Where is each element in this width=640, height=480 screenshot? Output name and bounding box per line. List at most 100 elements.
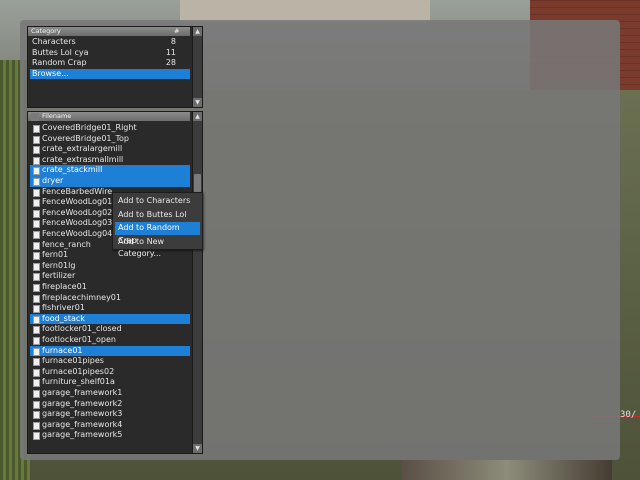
file-checkbox[interactable] [33, 347, 40, 356]
column-header-category[interactable]: Category [31, 27, 61, 36]
context-menu-item[interactable]: Add to Random Crap [115, 222, 200, 245]
file-checkbox[interactable] [33, 209, 40, 218]
context-menu-item[interactable]: Add to Characters [115, 195, 200, 208]
file-checkbox[interactable] [33, 231, 40, 239]
file-list-item[interactable]: fishriver01 [30, 303, 190, 314]
file-list-item[interactable]: fireplacechimney01 [30, 293, 190, 304]
file-list-item[interactable]: food_stack [30, 313, 190, 325]
file-name: fertilizer [42, 271, 76, 281]
file-checkbox[interactable] [33, 368, 40, 377]
category-item[interactable]: Buttes Lol cya 11 [30, 48, 190, 59]
category-item[interactable]: Characters 8 [30, 37, 190, 48]
file-checkbox[interactable] [33, 125, 40, 133]
file-list-item[interactable]: crate_extrasmallmill [30, 155, 190, 166]
file-name: FenceWoodLog01 [42, 197, 113, 207]
file-list-item[interactable]: garage_framework5 [30, 430, 190, 441]
file-checkbox[interactable] [33, 400, 40, 409]
file-checkbox[interactable] [33, 135, 40, 144]
file-list-item[interactable]: furnace01pipes02 [30, 367, 190, 378]
file-checkbox[interactable] [33, 432, 40, 441]
file-checkbox[interactable] [33, 294, 40, 303]
file-checkbox[interactable] [33, 146, 40, 155]
file-name: fern01lg [42, 260, 76, 270]
column-header-count[interactable]: # [174, 27, 179, 36]
context-menu-item[interactable]: Add to New Category... [115, 236, 200, 259]
weapon-model [402, 460, 612, 480]
file-name: garage_framework1 [42, 388, 123, 397]
file-checkbox[interactable] [33, 358, 40, 367]
file-scrollbar[interactable]: ▲ ▼ [192, 112, 202, 453]
file-list-item[interactable]: garage_framework2 [30, 399, 190, 410]
file-list-item[interactable]: furniture_shelf01a [30, 377, 190, 388]
file-name: furniture_shelf01a [42, 377, 115, 387]
file-name: crate_extralargemill [42, 144, 123, 154]
context-menu-item[interactable]: Add to Buttes Lol cya [115, 209, 200, 232]
category-item-count: 28 [165, 58, 176, 67]
file-list-item[interactable]: furnace01 [30, 345, 190, 357]
file-checkbox[interactable] [33, 326, 40, 335]
file-checkbox[interactable] [33, 241, 40, 250]
file-checkbox[interactable] [33, 411, 40, 420]
file-checkbox[interactable] [33, 220, 40, 229]
file-checkbox[interactable] [33, 199, 40, 208]
file-list-item[interactable]: footlocker01_closed [30, 324, 190, 335]
file-list-item[interactable]: dryer [30, 176, 190, 187]
file-list-item[interactable]: furnace01pipes [30, 356, 190, 367]
file-list-item[interactable]: CoveredBridge01_Right [30, 123, 190, 134]
file-checkbox[interactable] [33, 178, 40, 186]
category-item[interactable]: Browse... [30, 68, 190, 79]
checkbox-column-header[interactable] [31, 112, 39, 121]
file-checkbox[interactable] [33, 284, 40, 292]
file-list-item[interactable]: garage_framework3 [30, 409, 190, 420]
file-list-item[interactable]: fireplace01 [30, 282, 190, 293]
file-checkbox[interactable] [33, 167, 40, 176]
file-name: FenceWoodLog03 [42, 218, 113, 228]
file-name: crate_stackmill [42, 165, 103, 175]
scroll-down-arrow-icon[interactable]: ▼ [193, 98, 202, 107]
file-checkbox[interactable] [33, 273, 40, 282]
file-list-item[interactable]: CoveredBridge01_Top [30, 134, 190, 145]
category-item-count: 11 [165, 47, 176, 57]
file-name: garage_framework4 [42, 419, 123, 429]
file-checkbox[interactable] [33, 252, 40, 261]
category-panel: Category # Characters 8 Buttes Lol cya 11 Ra… [27, 26, 203, 108]
file-checkbox[interactable] [33, 188, 40, 197]
scroll-up-arrow-icon[interactable]: ▲ [193, 112, 202, 121]
scroll-up-arrow-icon[interactable]: ▲ [193, 27, 202, 36]
file-name: fern01 [42, 250, 69, 260]
file-list-item[interactable]: garage_framework1 [30, 388, 190, 399]
category-item[interactable]: Random Crap 28 [30, 58, 190, 69]
category-item-name: Buttes Lol cya [32, 47, 89, 57]
file-checkbox[interactable] [33, 262, 40, 271]
file-name: FenceWoodLog02 [42, 207, 113, 217]
file-list-item[interactable]: footlocker01_open [30, 335, 190, 346]
file-checkbox[interactable] [33, 156, 40, 165]
file-list-item[interactable]: fertilizer [30, 271, 190, 282]
file-list-item[interactable]: crate_extralargemill [30, 144, 190, 155]
file-checkbox[interactable] [33, 305, 40, 314]
hud-ammo-counter: 30/ [620, 410, 637, 420]
file-name: dryer [42, 176, 64, 185]
file-name: garage_framework3 [42, 409, 123, 419]
scroll-down-arrow-icon[interactable]: ▼ [193, 444, 202, 453]
file-list-item[interactable]: crate_stackmill [30, 165, 190, 176]
file-list-item[interactable]: garage_framework4 [30, 420, 190, 431]
file-checkbox[interactable] [33, 379, 40, 388]
file-name: fireplacechimney01 [42, 292, 121, 302]
file-name: fishriver01 [42, 303, 85, 313]
file-name: fireplace01 [42, 282, 87, 291]
file-name: CoveredBridge01_Top [42, 133, 130, 143]
background-wall [180, 0, 430, 22]
file-checkbox[interactable] [33, 390, 40, 398]
file-checkbox[interactable] [33, 315, 40, 324]
category-scrollbar[interactable]: ▲ ▼ [192, 27, 202, 107]
file-name: crate_extrasmallmill [42, 154, 124, 164]
file-name: fence_ranch [42, 239, 91, 249]
spawn-menu-overlay: Category # Characters 8 Buttes Lol cya 11 Ra… [20, 20, 620, 460]
file-checkbox[interactable] [33, 421, 40, 430]
column-header-filename[interactable]: Filename [42, 112, 71, 121]
file-list-item[interactable]: fern01 [30, 250, 190, 261]
file-checkbox[interactable] [33, 337, 40, 345]
file-list-item[interactable]: fern01lg [30, 261, 190, 272]
category-list-header: Category # [28, 27, 190, 36]
